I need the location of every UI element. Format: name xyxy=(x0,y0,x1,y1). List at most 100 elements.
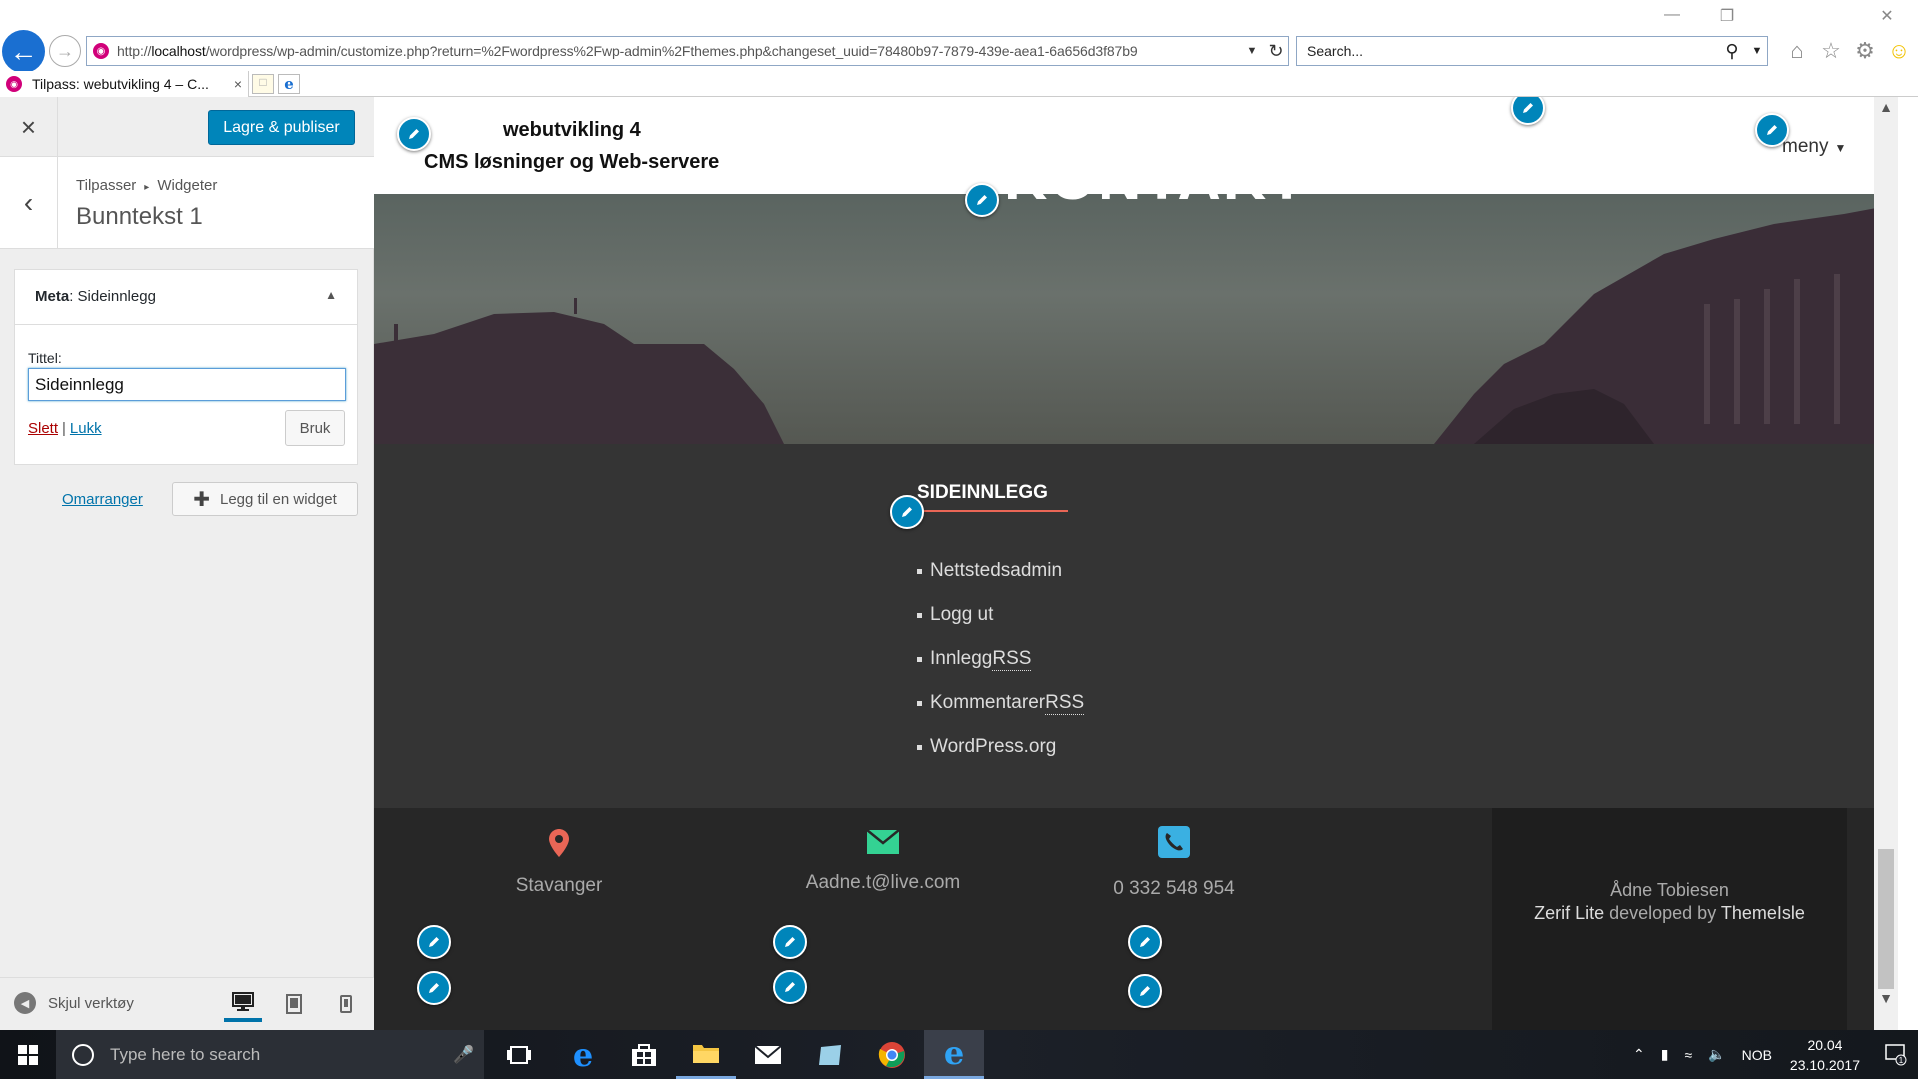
meta-link-wordpress[interactable]: WordPress.org xyxy=(930,736,1056,758)
start-button[interactable] xyxy=(0,1030,56,1079)
system-tray: ⌃ ▮ ≈ 🔈 NOB 20.04 23.10.2017 1 xyxy=(1625,1030,1918,1079)
back-to-panel-button[interactable]: ‹ xyxy=(0,157,58,249)
battery-icon[interactable]: ▮ xyxy=(1661,1046,1669,1063)
preview-scrollbar[interactable]: ▲ ▼ xyxy=(1874,97,1898,1030)
forward-button[interactable]: → xyxy=(49,35,81,67)
map-pin-icon xyxy=(549,829,569,857)
url-host: localhost xyxy=(151,43,206,59)
search-icon[interactable]: ⚲ xyxy=(1717,41,1747,62)
chrome-icon xyxy=(878,1041,905,1068)
widget-header-toggle[interactable]: Meta: Sideinnlegg ▲ xyxy=(15,270,357,325)
microphone-icon[interactable]: 🎤 xyxy=(444,1045,484,1065)
internet-explorer-app[interactable]: e xyxy=(924,1030,984,1079)
edit-site-title-pencil-icon[interactable] xyxy=(397,117,431,151)
tab-close-icon[interactable]: × xyxy=(228,76,248,92)
site-title[interactable]: webutvikling 4 xyxy=(503,119,641,142)
search-dropdown-icon[interactable]: ▼ xyxy=(1747,45,1767,57)
edit-nav-pencil-icon[interactable] xyxy=(1755,113,1789,147)
show-hidden-icons-chevron-icon[interactable]: ⌃ xyxy=(1633,1046,1645,1063)
apply-button[interactable]: Bruk xyxy=(285,410,345,446)
add-widget-button[interactable]: ✚ Legg til en widget xyxy=(172,482,358,516)
close-customizer-button[interactable]: × xyxy=(0,97,58,157)
title-input[interactable] xyxy=(28,368,346,401)
list-item[interactable]: Nettstedsadmin xyxy=(917,549,1084,593)
clock-time: 20.04 xyxy=(1807,1036,1843,1053)
preview-desktop-button[interactable] xyxy=(224,986,262,1022)
volume-muted-icon[interactable]: 🔈 xyxy=(1708,1046,1725,1063)
collapse-arrow-icon[interactable]: ▲ xyxy=(325,288,337,302)
meta-link-posts-rss[interactable]: Innlegg xyxy=(930,648,992,670)
ie-logo-icon[interactable]: e xyxy=(278,74,300,94)
address-url[interactable]: http://localhost/wordpress/wp-admin/cust… xyxy=(117,43,1240,59)
edit-hero-pencil-icon[interactable] xyxy=(965,183,999,217)
taskbar-search[interactable]: Type here to search 🎤 xyxy=(56,1030,484,1079)
email-text[interactable]: Aadne.t@live.com xyxy=(778,872,988,894)
minimize-button[interactable]: — xyxy=(1657,6,1687,24)
widget-form: Meta: Sideinnlegg ▲ Tittel: Slett|Lukk B… xyxy=(14,269,358,465)
favorites-star-icon[interactable]: ☆ xyxy=(1818,38,1844,64)
browser-search-box[interactable]: Search... ⚲ ▼ xyxy=(1296,36,1768,66)
heading-underline xyxy=(917,510,1068,512)
scroll-up-icon[interactable]: ▲ xyxy=(1874,99,1898,115)
edit-phone-icon-pencil-icon[interactable] xyxy=(1128,974,1162,1008)
collapse-sidebar-icon: ◀ xyxy=(14,992,36,1014)
widget-type-name: Meta xyxy=(35,288,70,305)
breadcrumb: Tilpasser ▸ Widgeter xyxy=(76,177,217,194)
meta-link-admin[interactable]: Nettstedsadmin xyxy=(930,560,1062,582)
close-widget-link[interactable]: Lukk xyxy=(70,420,102,437)
scrollbar-thumb[interactable] xyxy=(1878,849,1894,989)
home-icon[interactable]: ⌂ xyxy=(1784,38,1810,64)
meta-link-comments-rss[interactable]: Kommentarer xyxy=(930,692,1045,714)
preview-tablet-button[interactable] xyxy=(275,986,313,1022)
forward-arrow-icon: → xyxy=(56,40,74,61)
rss-abbr: RSS xyxy=(1045,691,1085,715)
delete-widget-link[interactable]: Slett xyxy=(28,420,58,437)
customizer-sidebar: × Lagre & publiser ‹ Tilpasser ▸ Widgeter … xyxy=(0,97,374,1030)
edit-email-pencil-icon[interactable] xyxy=(773,925,807,959)
chrome-app[interactable] xyxy=(862,1030,922,1079)
clock[interactable]: 20.04 23.10.2017 xyxy=(1790,1035,1860,1075)
action-separator: | xyxy=(62,420,66,437)
reorder-widgets-link[interactable]: Omarranger xyxy=(62,491,143,508)
address-dropdown-icon[interactable]: ▼ xyxy=(1240,45,1264,57)
hero-section: KONTAKT xyxy=(374,194,1898,444)
language-indicator[interactable]: NOB xyxy=(1742,1047,1772,1063)
hide-controls-button[interactable]: ◀ Skjul verktøy xyxy=(14,992,134,1014)
preview-mobile-button[interactable] xyxy=(327,986,365,1022)
settings-gear-icon[interactable]: ⚙ xyxy=(1852,38,1878,64)
company-link[interactable]: ThemeIsle xyxy=(1721,903,1805,923)
action-center-button[interactable]: 1 xyxy=(1874,1030,1918,1079)
list-item[interactable]: Kommentarer RSS xyxy=(917,681,1085,725)
publish-button[interactable]: Lagre & publiser xyxy=(208,110,355,145)
url-protocol: http:// xyxy=(117,43,152,59)
new-tab-button[interactable]: □ xyxy=(252,74,274,94)
list-item[interactable]: WordPress.org xyxy=(917,725,1084,769)
close-window-button[interactable]: ✕ xyxy=(1872,6,1902,26)
theme-link[interactable]: Zerif Lite xyxy=(1534,903,1604,923)
refresh-icon[interactable]: ↻ xyxy=(1264,41,1288,62)
list-item[interactable]: Innlegg RSS xyxy=(917,637,1084,681)
edge-app[interactable]: e xyxy=(553,1030,613,1079)
contact-phone: 0 332 548 954 xyxy=(1059,808,1289,900)
notes-app[interactable] xyxy=(800,1030,860,1079)
desktop-icon xyxy=(232,992,254,1011)
file-explorer-app[interactable] xyxy=(676,1030,736,1079)
smiley-feedback-icon[interactable]: ☺ xyxy=(1886,38,1912,64)
scroll-down-icon[interactable]: ▼ xyxy=(1874,990,1898,1006)
address-bar[interactable]: ◉ http://localhost/wordpress/wp-admin/cu… xyxy=(86,36,1289,66)
edit-phone-pencil-icon[interactable] xyxy=(1128,925,1162,959)
mail-app[interactable] xyxy=(738,1030,798,1079)
store-app[interactable] xyxy=(614,1030,674,1079)
list-item[interactable]: Logg ut xyxy=(917,593,1084,637)
menu-toggle[interactable]: meny ▼ xyxy=(1782,136,1846,158)
edit-location-icon-pencil-icon[interactable] xyxy=(417,971,451,1005)
edit-widget-pencil-icon[interactable] xyxy=(890,495,924,529)
task-view-button[interactable] xyxy=(489,1030,549,1079)
browser-tab-active[interactable]: ◉ Tilpass: webutvikling 4 – C... × xyxy=(0,71,249,97)
edit-email-icon-pencil-icon[interactable] xyxy=(773,970,807,1004)
meta-link-logout[interactable]: Logg ut xyxy=(930,604,993,626)
back-button[interactable]: ← xyxy=(2,30,45,73)
wifi-icon[interactable]: ≈ xyxy=(1684,1047,1692,1063)
edit-location-pencil-icon[interactable] xyxy=(417,925,451,959)
restore-button[interactable]: ❐ xyxy=(1712,6,1742,26)
